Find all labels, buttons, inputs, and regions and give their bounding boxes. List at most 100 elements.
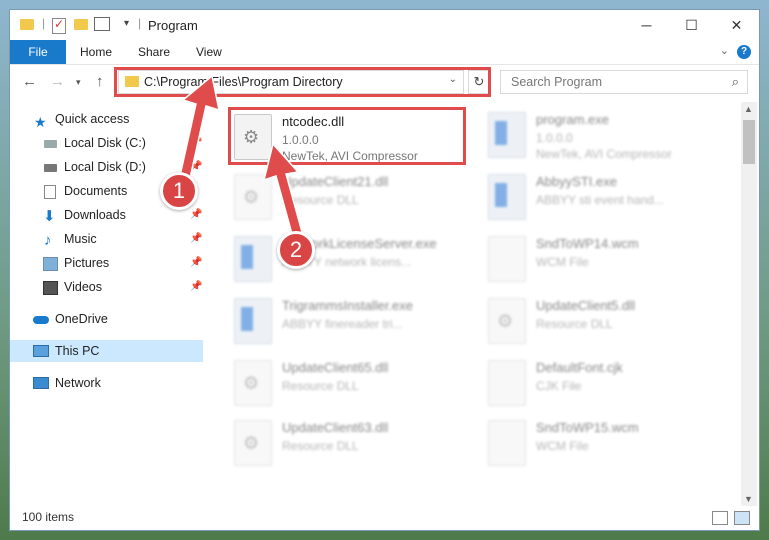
step-marker-1: 1 bbox=[160, 172, 198, 210]
exe-file-icon bbox=[488, 174, 526, 220]
file-name: UpdateClient63.dll bbox=[282, 420, 389, 435]
vertical-scrollbar[interactable]: ▲ ▼ bbox=[741, 102, 757, 506]
documents-icon bbox=[44, 185, 56, 199]
gear-icon: ⚙ bbox=[243, 433, 260, 453]
file-detail: Resource DLL bbox=[282, 379, 359, 393]
expand-ribbon-icon[interactable]: ⌄ bbox=[720, 44, 729, 57]
sidebar-item-local-disk-c[interactable]: Local Disk (C:) 📌 bbox=[10, 132, 203, 154]
window-title: Program bbox=[148, 18, 198, 33]
details-view-icon[interactable] bbox=[712, 511, 728, 525]
new-folder-icon[interactable] bbox=[74, 19, 88, 30]
file-detail: ABBYY sti event hand... bbox=[536, 193, 664, 207]
exe-file-icon bbox=[234, 298, 272, 344]
sidebar-item-label: Quick access bbox=[55, 112, 130, 126]
search-placeholder: Search Program bbox=[511, 75, 603, 89]
file-icon bbox=[488, 420, 526, 466]
back-arrow-icon[interactable]: ← bbox=[22, 73, 37, 90]
gear-icon: ⚙ bbox=[243, 373, 260, 393]
properties-icon[interactable] bbox=[52, 17, 66, 34]
pin-icon[interactable]: 📌 bbox=[190, 228, 202, 250]
music-icon: ♪ bbox=[44, 232, 52, 249]
file-name: UpdateClient5.dll bbox=[536, 298, 636, 313]
sidebar-item-label: OneDrive bbox=[55, 312, 108, 326]
list-item[interactable]: TrigrammsInstaller.exe ABBYY finereader … bbox=[234, 296, 474, 352]
list-item[interactable]: program.exe 1.0.0.0 NewTek, AVI Compress… bbox=[488, 110, 728, 166]
dll-file-icon: ⚙ bbox=[234, 420, 272, 466]
file-name: program.exe bbox=[536, 112, 609, 127]
customize-toolbar-icon[interactable]: ▾ bbox=[124, 18, 129, 34]
maximize-button[interactable]: ☐ bbox=[669, 10, 714, 40]
file-detail: 1.0.0.0 bbox=[536, 131, 573, 145]
close-button[interactable]: ✕ bbox=[714, 10, 759, 40]
sidebar-item-network[interactable]: Network bbox=[10, 372, 203, 394]
list-item[interactable]: ⚙ UpdateClient21.dll Resource DLL bbox=[234, 172, 474, 228]
search-icon: ⌕ bbox=[731, 74, 739, 89]
forward-arrow-icon[interactable]: → bbox=[50, 73, 65, 90]
file-detail: WCM File bbox=[536, 255, 589, 269]
network-icon bbox=[33, 377, 49, 389]
dll-file-icon: ⚙ bbox=[234, 174, 272, 220]
file-icon bbox=[488, 360, 526, 406]
folder-icon[interactable] bbox=[20, 19, 34, 30]
file-icon bbox=[488, 236, 526, 282]
scroll-up-icon[interactable]: ▲ bbox=[744, 104, 753, 114]
sidebar-item-label: Music bbox=[64, 232, 97, 246]
dll-file-icon: ⚙ bbox=[488, 298, 526, 344]
scrollbar-thumb[interactable] bbox=[743, 120, 755, 164]
list-item[interactable]: ⚙ UpdateClient5.dll Resource DLL bbox=[488, 296, 728, 352]
file-name: DefaultFont.cjk bbox=[536, 360, 623, 375]
help-icon[interactable]: ? bbox=[737, 45, 751, 59]
pin-icon[interactable]: 📌 bbox=[190, 156, 202, 178]
recent-locations-icon[interactable]: ▾ bbox=[76, 77, 81, 88]
search-input[interactable]: Search Program ⌕ bbox=[500, 70, 748, 94]
sidebar-item-quick-access[interactable]: ★ Quick access bbox=[10, 108, 203, 130]
file-detail: Resource DLL bbox=[536, 317, 613, 331]
pictures-icon bbox=[43, 257, 58, 271]
large-icons-view-icon[interactable] bbox=[734, 511, 750, 525]
title-bar: | ▾ | Program ─ ☐ ✕ bbox=[10, 10, 759, 40]
scroll-down-icon[interactable]: ▼ bbox=[744, 494, 753, 504]
address-highlight-box bbox=[114, 67, 491, 97]
pin-icon[interactable]: 📌 bbox=[190, 204, 202, 226]
download-icon: ⬇ bbox=[43, 208, 56, 225]
pin-icon[interactable]: 📌 bbox=[190, 276, 202, 298]
list-item[interactable]: ⚙ UpdateClient63.dll Resource DLL bbox=[234, 418, 474, 474]
sidebar-item-label: Local Disk (C:) bbox=[64, 136, 146, 150]
tab-home[interactable]: Home bbox=[66, 40, 126, 64]
computer-icon bbox=[33, 345, 49, 357]
list-item[interactable]: ⚙ UpdateClient65.dll Resource DLL bbox=[234, 358, 474, 414]
list-item[interactable]: SndToWP14.wcm WCM File bbox=[488, 234, 728, 290]
item-count: 100 items bbox=[22, 510, 75, 524]
file-detail: NewTek, AVI Compressor bbox=[536, 147, 672, 161]
file-name: TrigrammsInstaller.exe bbox=[282, 298, 413, 313]
file-detail: ABBYY finereader tri... bbox=[282, 317, 403, 331]
tab-file[interactable]: File bbox=[10, 40, 66, 64]
list-item[interactable]: DefaultFont.cjk CJK File bbox=[488, 358, 728, 414]
list-item[interactable]: NetworkLicenseServer.exe ABBYY network l… bbox=[234, 234, 474, 290]
sidebar-item-pictures[interactable]: Pictures 📌 bbox=[10, 252, 203, 274]
list-item[interactable]: AbbyySTI.exe ABBYY sti event hand... bbox=[488, 172, 728, 228]
cloud-icon bbox=[33, 316, 49, 324]
dll-file-icon: ⚙ bbox=[234, 360, 272, 406]
minimize-button[interactable]: ─ bbox=[624, 10, 669, 40]
sidebar-item-label: Downloads bbox=[64, 208, 126, 222]
tab-view[interactable]: View bbox=[182, 40, 236, 64]
sidebar-item-this-pc[interactable]: This PC bbox=[10, 340, 203, 362]
list-item[interactable]: SndToWP15.wcm WCM File bbox=[488, 418, 728, 474]
sidebar-item-label: Documents bbox=[64, 184, 128, 198]
status-bar: 100 items bbox=[10, 506, 759, 530]
file-highlight-box bbox=[228, 107, 466, 165]
explorer-window: | ▾ | Program ─ ☐ ✕ File Home Share View… bbox=[10, 10, 759, 530]
tab-share[interactable]: Share bbox=[124, 40, 184, 64]
star-icon: ★ bbox=[34, 114, 47, 130]
sidebar-item-music[interactable]: ♪ Music 📌 bbox=[10, 228, 203, 250]
sidebar-item-onedrive[interactable]: OneDrive bbox=[10, 308, 203, 330]
file-detail: Resource DLL bbox=[282, 193, 359, 207]
pin-icon[interactable]: 📌 bbox=[190, 252, 202, 274]
view-options-icon[interactable] bbox=[94, 17, 110, 31]
sidebar-item-videos[interactable]: Videos 📌 bbox=[10, 276, 203, 298]
sidebar-item-label: Local Disk (D:) bbox=[64, 160, 146, 174]
pin-icon[interactable]: 📌 bbox=[190, 132, 202, 154]
gear-icon: ⚙ bbox=[497, 311, 514, 331]
up-arrow-icon[interactable]: ↑ bbox=[96, 73, 104, 90]
